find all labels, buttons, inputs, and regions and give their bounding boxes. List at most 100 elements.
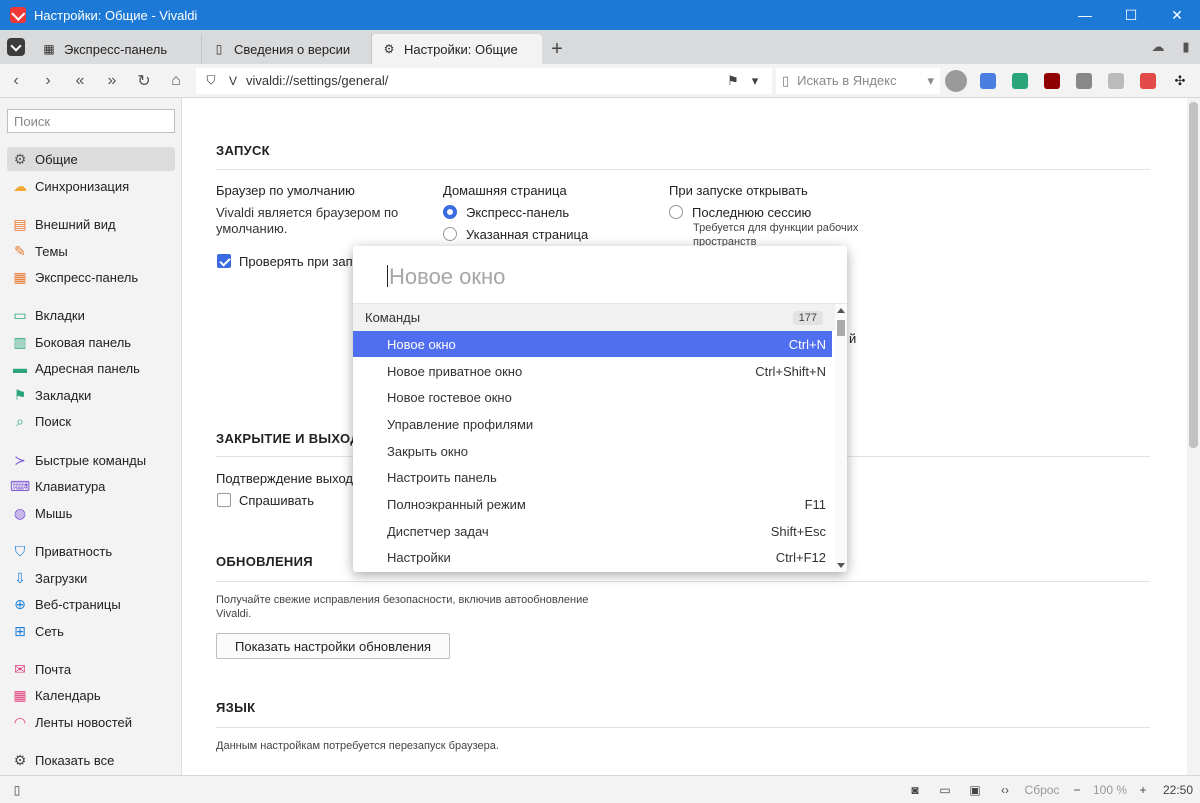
vivaldi-menu-button[interactable] [0,30,32,64]
homepage-option-label: Экспресс-панель [466,205,570,220]
cloud-sync-icon[interactable]: ☁ [1144,39,1172,55]
quick-commands-input[interactable]: Новое окно [353,246,847,304]
command-row[interactable]: Новое гостевое окно [353,384,832,410]
home-button[interactable]: ⌂ [160,64,192,98]
sidebar-item-themes[interactable]: ✎ Темы [7,239,175,263]
capture-icon[interactable]: ◙ [900,776,930,803]
search-dropdown-icon[interactable]: ▾ [927,73,934,89]
mouse-icon: ◍ [13,504,27,521]
sidebar-item-panel[interactable]: ▥ Боковая панель [7,330,175,354]
sidebar-item-speed-dial[interactable]: ▦ Экспресс-панель [7,265,175,289]
sidebar-item-sync[interactable]: ☁ Синхронизация [7,174,175,198]
default-browser-text: Vivaldi является браузером по [216,205,399,220]
extension-icon[interactable] [1100,64,1132,98]
palette-scrollbar[interactable] [835,304,847,572]
sidebar-item-bookmarks[interactable]: ⚑ Закладки [7,383,175,407]
sidebar-item-label: Мышь [35,505,73,521]
command-row[interactable]: Новое приватное окно Ctrl+Shift+N [353,358,832,384]
updates-text: Vivaldi. [216,608,252,620]
minimize-button[interactable]: — [1062,0,1108,30]
sidebar-item-address-bar[interactable]: ▬ Адресная панель [7,356,175,380]
images-icon[interactable]: ▣ [960,776,990,803]
sidebar-item-keyboard[interactable]: ⌨ Клавиатура [7,474,175,498]
new-tab-button[interactable]: + [542,34,572,64]
scrollbar-thumb[interactable] [1189,102,1198,448]
search-placeholder[interactable]: Искать в Яндекс [797,73,927,88]
tiling-icon[interactable]: ▭ [930,776,960,803]
trash-icon[interactable]: ▮ [1172,39,1200,55]
quick-commands-placeholder[interactable]: Новое окно [389,264,505,290]
commands-count-badge: 177 [792,310,823,325]
command-row[interactable]: Настроить панель [353,464,832,490]
sidebar-item-general[interactable]: ⚙ Общие [7,147,175,171]
tab-settings[interactable]: ⚙ Настройки: Общие [372,34,542,64]
back-button[interactable]: ‹ [0,64,32,98]
url-field[interactable]: ⛉ V vivaldi://settings/general/ ⚑ ▾ [196,67,772,94]
sidebar-item-appearance[interactable]: ▤ Внешний вид [7,212,175,236]
sidebar-item-calendar[interactable]: ▦ Календарь [7,683,175,707]
vivaldi-logo-icon[interactable] [10,7,26,23]
title-bar: Настройки: Общие - Vivaldi — ☐ ✕ [0,0,1200,30]
zoom-in-button[interactable]: + [1130,776,1156,803]
main-scrollbar[interactable] [1187,98,1200,775]
command-row[interactable]: Настройки Ctrl+F12 [353,544,832,570]
forward-button[interactable]: › [32,64,64,98]
zoom-out-button[interactable]: − [1064,776,1090,803]
reload-button[interactable]: ↻ [128,64,160,98]
url-text[interactable]: vivaldi://settings/general/ [246,73,722,88]
sidebar-item-show-all[interactable]: ⚙ Показать все [7,748,175,772]
panel-toggle-icon[interactable]: ▯ [0,776,34,803]
sidebar-item-privacy[interactable]: ⛉ Приватность [7,539,175,563]
fast-forward-button[interactable]: » [96,64,128,98]
zoom-reset-button[interactable]: Сброс [1020,776,1064,803]
ublock-extension-icon[interactable] [1036,64,1068,98]
sidebar-item-webpages[interactable]: ⊕ Веб-страницы [7,592,175,616]
settings-search-input[interactable]: Поиск [7,109,175,133]
command-row[interactable]: Закрыть окно [353,438,832,464]
tab-about[interactable]: ▯ Сведения о версии [202,34,372,64]
bookmark-icon[interactable]: ⚑ [722,73,744,89]
tab-speed-dial[interactable]: ▦ Экспресс-панель [32,34,202,64]
sidebar-item-network[interactable]: ⊞ Сеть [7,619,175,643]
shield-icon[interactable]: ⛉ [202,73,220,88]
show-update-settings-button[interactable]: Показать настройки обновления [216,633,451,659]
scroll-up-arrow-icon[interactable] [837,308,845,313]
url-dropdown-icon[interactable]: ▾ [744,73,766,89]
sidebar-item-mouse[interactable]: ◍ Мышь [7,501,175,525]
extension-icon[interactable] [1068,64,1100,98]
last-session-radio[interactable] [669,205,683,219]
translate-extension-icon[interactable] [972,64,1004,98]
check-default-checkbox[interactable] [217,254,231,268]
sidebar-item-label: Поиск [35,413,72,429]
ask-on-exit-checkbox[interactable] [217,493,231,507]
sidebar-item-tabs[interactable]: ▭ Вкладки [7,303,175,327]
star-extension-icon[interactable] [1004,64,1036,98]
scroll-down-arrow-icon[interactable] [837,563,845,568]
sidebar-item-search[interactable]: ⌕ Поиск [7,409,175,433]
palette-scrollbar-thumb[interactable] [837,320,845,336]
sidebar-item-mail[interactable]: ✉ Почта [7,657,175,681]
sidebar-item-downloads[interactable]: ⇩ Загрузки [7,566,175,590]
command-row[interactable]: Новое окно Ctrl+N [353,331,832,357]
gear-icon: ⚙ [383,42,395,56]
extensions-puzzle-icon[interactable]: ✣ [1164,64,1196,98]
close-window-button[interactable]: ✕ [1154,0,1200,30]
profile-button[interactable] [940,64,972,98]
command-row[interactable]: Диспетчер задач Shift+Esc [353,518,832,544]
rewind-button[interactable]: « [64,64,96,98]
ask-on-exit-label: Спрашивать [239,493,315,508]
sidebar-item-quick-commands[interactable]: ≻ Быстрые команды [7,448,175,472]
command-row[interactable]: Полноэкранный режим F11 [353,491,832,517]
page-actions-icon[interactable]: ‹› [990,776,1020,803]
search-field[interactable]: ▯ Искать в Яндекс ▾ [776,67,940,94]
panel-icon: ▥ [13,333,27,350]
command-label: Новое окно [387,336,456,352]
command-row[interactable]: Управление профилями [353,411,832,437]
homepage-speeddial-radio[interactable] [443,205,457,219]
search-icon: ⌕ [16,412,24,429]
image-extension-icon[interactable] [1132,64,1164,98]
mail-icon: ✉ [14,660,26,677]
maximize-button[interactable]: ☐ [1108,0,1154,30]
sidebar-item-feeds[interactable]: ◠ Ленты новостей [7,710,175,734]
homepage-custom-radio[interactable] [443,227,457,241]
